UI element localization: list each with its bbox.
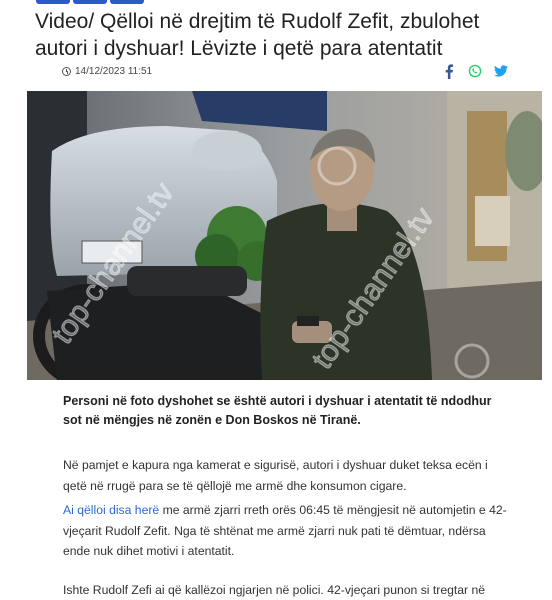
publish-date-text: 14/12/2023 11:51 <box>75 65 153 77</box>
twitter-icon[interactable] <box>493 64 508 79</box>
surveillance-photo: top-channel.tv top-channel.tv <box>27 91 542 380</box>
photo-caption: Personi në foto dyshohet se është autori… <box>63 394 492 427</box>
clock-icon <box>62 66 71 76</box>
category-tab[interactable] <box>36 0 70 4</box>
article-headline: Video/ Qëlloi në drejtim të Rudolf Zefit… <box>35 10 480 60</box>
category-tab[interactable] <box>110 0 144 4</box>
share-buttons <box>441 63 508 79</box>
publish-date: 14/12/2023 11:51 <box>62 66 152 77</box>
article-meta: 14/12/2023 11:51 <box>62 62 508 80</box>
article-paragraph: Ishte Rudolf Zefi ai që kallëzoi ngjarje… <box>63 583 486 597</box>
whatsapp-icon[interactable] <box>467 64 482 79</box>
article-photo[interactable]: top-channel.tv top-channel.tv <box>27 91 542 380</box>
article-paragraph: Ai qëlloi disa herë me armë zjarri rreth… <box>63 500 508 562</box>
article-paragraph: Në pamjet e kapura nga kamerat e siguris… <box>63 458 488 493</box>
facebook-icon[interactable] <box>441 63 456 79</box>
category-tab[interactable] <box>73 0 107 4</box>
top-category-tabs[interactable] <box>36 0 144 4</box>
inline-link[interactable]: Ai qëlloi disa herë <box>63 503 159 517</box>
